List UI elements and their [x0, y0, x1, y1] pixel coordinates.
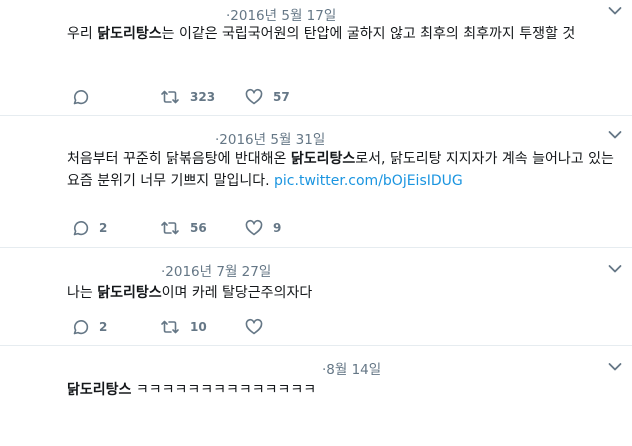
tweet-timestamp[interactable]: ·2016년 7월 27일 [161, 260, 271, 280]
reply-count: 2 [99, 320, 108, 334]
like-count: 57 [273, 90, 290, 104]
retweet-button[interactable]: 10 [160, 316, 207, 338]
retweet-count: 56 [190, 221, 207, 235]
tweet-text-after: ㅋㅋㅋㅋㅋㅋㅋㅋㅋㅋㅋㅋㅋㅋ [131, 382, 317, 398]
chevron-down-icon[interactable] [608, 264, 622, 274]
hashtag-text: 닭도리탕스 [290, 151, 356, 167]
chevron-down-icon[interactable] [608, 6, 622, 16]
tweet-text: 처음부터 꾸준히 닭볶음탕에 반대해온 닭도리탕스로서, 닭도리탕 지지자가 계… [67, 148, 620, 192]
retweet-count: 323 [190, 90, 216, 104]
reply-count: 2 [99, 221, 108, 235]
tweet[interactable]: ·2016년 7월 27일 나는 닭도리탕스이며 카레 탈당근주의자다 2 10 [0, 248, 632, 346]
like-button[interactable]: 9 [245, 217, 281, 239]
tweet-timestamp[interactable]: ·2016년 5월 31일 [215, 128, 325, 148]
reply-button[interactable]: 2 [71, 316, 107, 338]
tweet[interactable]: ·2016년 5월 31일 처음부터 꾸준히 닭볶음탕에 반대해온 닭도리탕스로… [0, 116, 632, 248]
tweet-text-after: 이며 카레 탈당근주의자다 [161, 285, 313, 301]
reply-button[interactable]: 2 [71, 217, 107, 239]
tweet-text: 나는 닭도리탕스이며 카레 탈당근주의자다 [67, 282, 620, 304]
heart-icon [245, 219, 263, 236]
pic-link[interactable]: pic.twitter.com/bOjEisIDUG [274, 173, 463, 189]
hashtag-text: 닭도리탕스 [67, 382, 132, 398]
reply-icon [73, 221, 89, 236]
like-count: 9 [273, 221, 282, 235]
retweet-button[interactable]: 323 [160, 86, 215, 108]
hashtag-text: 닭도리탕스 [97, 285, 162, 301]
reply-icon [73, 320, 89, 335]
like-button[interactable]: 57 [245, 86, 290, 108]
like-button[interactable] [245, 316, 273, 338]
heart-icon [245, 318, 263, 335]
tweet-text-after: 는 이같은 국립국어원의 탄압에 굴하지 않고 최후의 최후까지 투쟁할 것 [161, 26, 576, 42]
tweet-text: 닭도리탕스 ㅋㅋㅋㅋㅋㅋㅋㅋㅋㅋㅋㅋㅋㅋ [67, 379, 620, 401]
tweet-text-before: 처음부터 꾸준히 닭볶음탕에 반대해온 [67, 151, 291, 167]
tweet-timestamp[interactable]: ·2016년 5월 17일 [226, 4, 336, 24]
chevron-down-icon[interactable] [608, 362, 622, 372]
reply-button[interactable] [71, 86, 99, 108]
retweet-icon [161, 320, 179, 334]
chevron-down-icon[interactable] [608, 130, 622, 140]
retweet-button[interactable]: 56 [160, 217, 207, 239]
reply-icon [73, 90, 89, 105]
hashtag-text: 닭도리탕스 [97, 26, 162, 42]
retweet-icon [161, 90, 179, 104]
tweet-feed: ·2016년 5월 17일 우리 닭도리탕스는 이같은 국립국어원의 탄압에 굴… [0, 0, 632, 446]
tweet-text-before: 우리 [67, 26, 98, 42]
tweet-text: 우리 닭도리탕스는 이같은 국립국어원의 탄압에 굴하지 않고 최후의 최후까지… [67, 23, 620, 45]
tweet[interactable]: ·2016년 5월 17일 우리 닭도리탕스는 이같은 국립국어원의 탄압에 굴… [0, 0, 632, 116]
tweet[interactable]: ·8월 14일 닭도리탕스 ㅋㅋㅋㅋㅋㅋㅋㅋㅋㅋㅋㅋㅋㅋ [0, 346, 632, 446]
heart-icon [245, 88, 263, 105]
retweet-count: 10 [190, 320, 207, 334]
retweet-icon [161, 221, 179, 235]
tweet-text-before: 나는 [67, 285, 98, 301]
tweet-timestamp[interactable]: ·8월 14일 [322, 358, 381, 378]
